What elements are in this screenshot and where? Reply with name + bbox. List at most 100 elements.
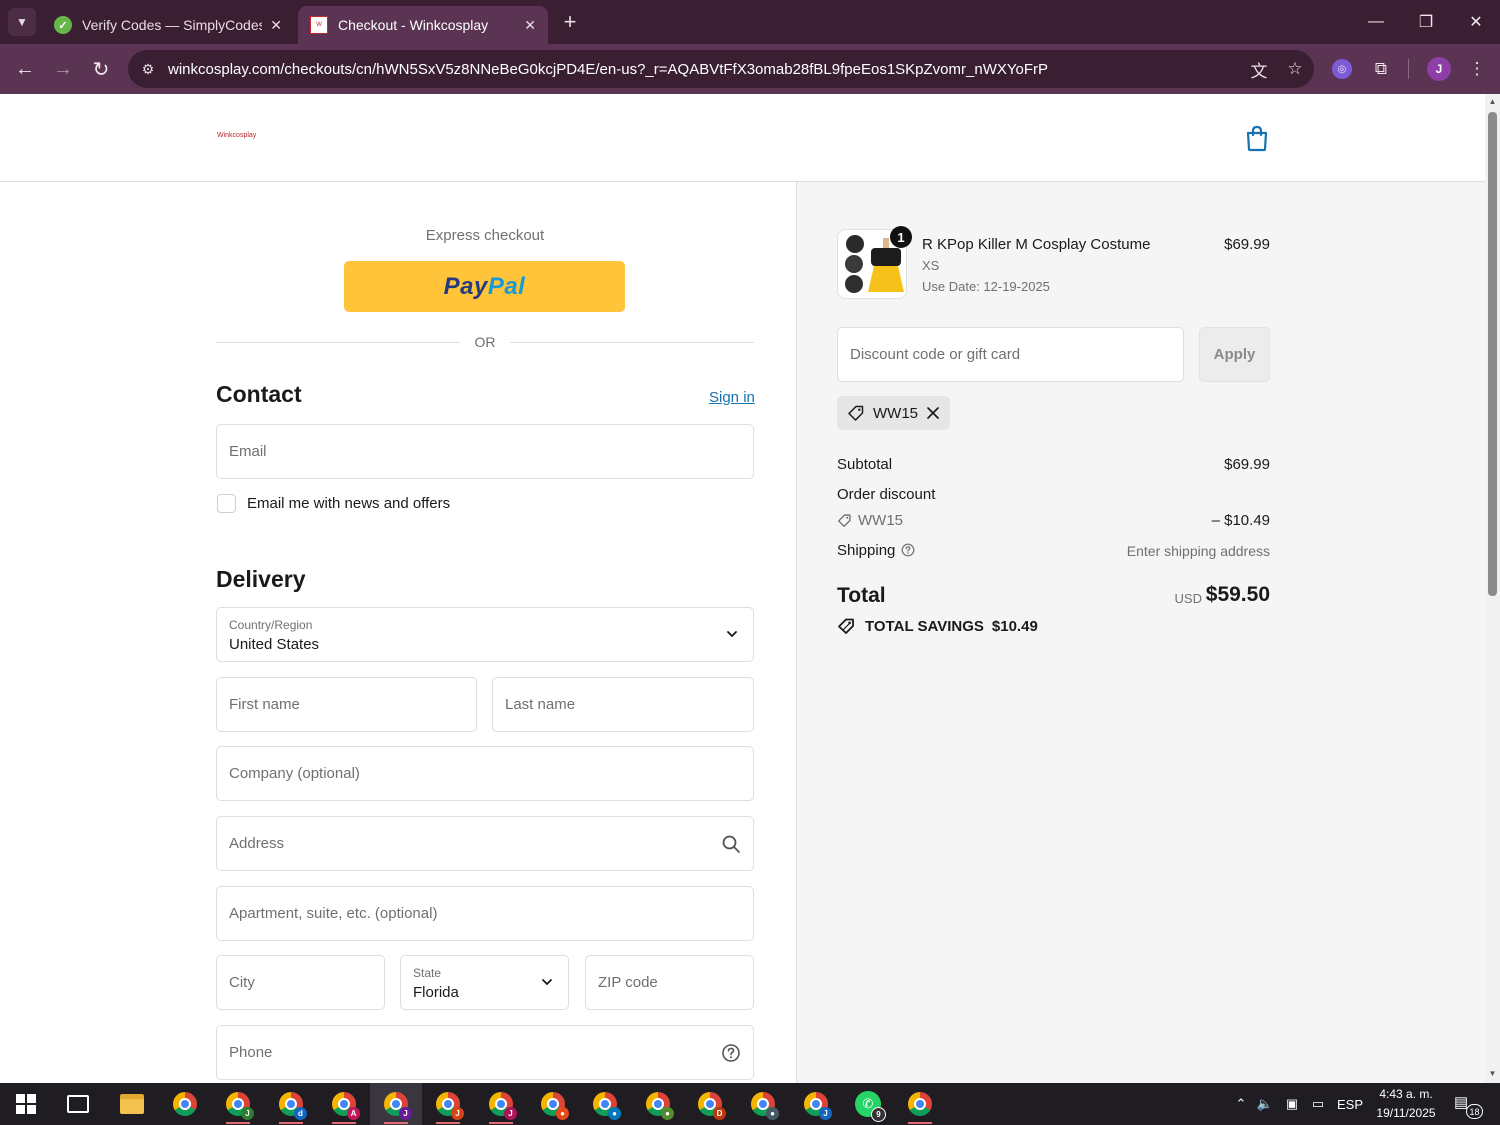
company-input[interactable] — [217, 747, 753, 800]
shipping-row: Shipping — [837, 542, 915, 559]
extension-icon[interactable]: ◎ — [1332, 59, 1352, 79]
sign-in-link[interactable]: Sign in — [709, 389, 755, 406]
chevron-down-icon — [727, 631, 737, 638]
shop-logo[interactable]: Winkcosplay — [217, 132, 256, 139]
country-value: United States — [229, 636, 320, 653]
volume-icon[interactable]: 🔈 — [1254, 1083, 1276, 1125]
remove-code-icon[interactable] — [926, 406, 940, 420]
taskbar-chrome-9[interactable]: ● — [579, 1083, 631, 1125]
system-clock[interactable]: 4:43 a. m. 19/11/2025 — [1368, 1085, 1444, 1123]
restore-button[interactable]: ❐ — [1402, 0, 1450, 44]
last-name-field[interactable] — [492, 677, 754, 732]
profile-badge-icon: J — [241, 1107, 254, 1120]
taskbar-chrome-6[interactable]: J — [422, 1083, 474, 1125]
translate-icon[interactable]: 文 — [1242, 55, 1276, 83]
city-input[interactable] — [217, 956, 384, 1009]
close-window-button[interactable]: ✕ — [1452, 0, 1500, 44]
back-button[interactable]: ← — [10, 54, 40, 84]
taskbar-chrome-12[interactable]: ● — [737, 1083, 789, 1125]
taskbar-chrome-4[interactable]: A — [318, 1083, 370, 1125]
taskbar-chrome-13[interactable]: J — [790, 1083, 842, 1125]
extensions-puzzle-icon[interactable]: ⧉ — [1367, 55, 1395, 83]
company-field[interactable] — [216, 746, 754, 801]
running-indicator — [436, 1122, 460, 1124]
close-tab-icon[interactable]: ✕ — [524, 17, 536, 34]
phone-input[interactable] — [217, 1026, 753, 1079]
apartment-field[interactable] — [216, 886, 754, 941]
discount-code-text: WW15 — [858, 512, 903, 529]
reload-button[interactable]: ↻ — [86, 54, 116, 84]
bookmark-star-icon[interactable]: ☆ — [1278, 55, 1312, 83]
email-field[interactable] — [216, 424, 754, 479]
running-indicator — [226, 1122, 250, 1124]
tab-title: Checkout - Winkcosplay — [338, 17, 489, 33]
url-text[interactable]: winkcosplay.com/checkouts/cn/hWN5SxV5z8N… — [168, 61, 1242, 78]
paypal-button[interactable]: Pay Pal — [344, 261, 625, 312]
last-name-input[interactable] — [493, 678, 753, 731]
country-select[interactable]: Country/Region United States — [216, 607, 754, 662]
address-bar[interactable]: ⚙ winkcosplay.com/checkouts/cn/hWN5SxV5z… — [128, 50, 1314, 88]
language-indicator[interactable]: ESP — [1334, 1083, 1366, 1125]
profile-avatar[interactable]: J — [1427, 57, 1451, 81]
email-input[interactable] — [217, 425, 753, 478]
page-scrollbar[interactable]: ▲ ▼ — [1485, 94, 1500, 1083]
start-button[interactable] — [0, 1083, 52, 1125]
taskbar-chrome-3[interactable]: d — [265, 1083, 317, 1125]
site-info-icon[interactable]: ⚙ — [138, 59, 158, 79]
address-field[interactable] — [216, 816, 754, 871]
taskbar-chrome-2[interactable]: J — [212, 1083, 264, 1125]
tab-checkout[interactable]: W Checkout - Winkcosplay ✕ — [298, 6, 548, 44]
taskbar-whatsapp[interactable]: ✆ 9 — [842, 1083, 894, 1125]
applied-code-chip: WW15 — [837, 396, 950, 430]
running-indicator — [489, 1122, 513, 1124]
windows-logo-icon — [16, 1094, 36, 1114]
taskbar-chrome-10[interactable]: ● — [632, 1083, 684, 1125]
state-select[interactable]: State Florida — [400, 955, 569, 1010]
zip-field[interactable] — [585, 955, 754, 1010]
help-icon[interactable] — [721, 1043, 741, 1063]
new-tab-button[interactable]: + — [556, 8, 584, 36]
city-field[interactable] — [216, 955, 385, 1010]
shop-header: Winkcosplay — [0, 94, 1485, 182]
taskbar-chrome-15[interactable] — [894, 1083, 946, 1125]
taskbar-chrome-7[interactable]: J — [475, 1083, 527, 1125]
minimize-button[interactable]: — — [1352, 0, 1400, 44]
state-label: State — [413, 966, 442, 980]
taskbar-chrome-active[interactable]: J — [370, 1083, 422, 1125]
scrollbar-thumb[interactable] — [1488, 112, 1497, 596]
apply-discount-button[interactable]: Apply — [1199, 327, 1270, 382]
first-name-input[interactable] — [217, 678, 476, 731]
close-tab-icon[interactable]: ✕ — [270, 17, 282, 34]
newsletter-option[interactable]: Email me with news and offers — [217, 494, 450, 513]
show-hidden-icons-icon[interactable]: ⌃ — [1230, 1083, 1252, 1125]
phone-field[interactable] — [216, 1025, 754, 1080]
discount-code-field[interactable] — [837, 327, 1184, 382]
help-icon[interactable] — [901, 543, 915, 557]
scroll-down-icon[interactable]: ▼ — [1488, 1069, 1497, 1078]
task-view-button[interactable] — [52, 1083, 104, 1125]
zip-input[interactable] — [586, 956, 753, 1009]
shopping-bag-icon[interactable] — [1244, 124, 1270, 152]
taskbar-chrome-11[interactable]: D — [684, 1083, 736, 1125]
discount-code-input[interactable] — [838, 328, 1183, 381]
network-icon[interactable]: ▭ — [1306, 1083, 1330, 1125]
applied-code: WW15 — [873, 404, 918, 422]
tab-simplycodes[interactable]: ✓ Verify Codes — SimplyCodes ✕ — [42, 6, 294, 44]
file-explorer-button[interactable] — [106, 1083, 158, 1125]
apartment-input[interactable] — [217, 887, 753, 940]
taskbar-chrome-1[interactable] — [159, 1083, 211, 1125]
tag-icon — [848, 405, 864, 421]
search-icon — [722, 835, 740, 853]
running-indicator — [384, 1122, 408, 1124]
savings-tag-icon — [838, 618, 854, 634]
menu-kebab-icon[interactable]: ⋮ — [1463, 55, 1491, 83]
product-price: $69.99 — [1224, 236, 1270, 253]
forward-button[interactable]: → — [48, 54, 78, 84]
newsletter-checkbox[interactable] — [217, 494, 236, 513]
tab-search-button[interactable]: ▼ — [8, 8, 36, 36]
meet-icon[interactable]: ▣ — [1281, 1083, 1303, 1125]
address-input[interactable] — [217, 817, 753, 870]
scroll-up-icon[interactable]: ▲ — [1488, 97, 1497, 106]
taskbar-chrome-8[interactable]: ● — [527, 1083, 579, 1125]
first-name-field[interactable] — [216, 677, 477, 732]
